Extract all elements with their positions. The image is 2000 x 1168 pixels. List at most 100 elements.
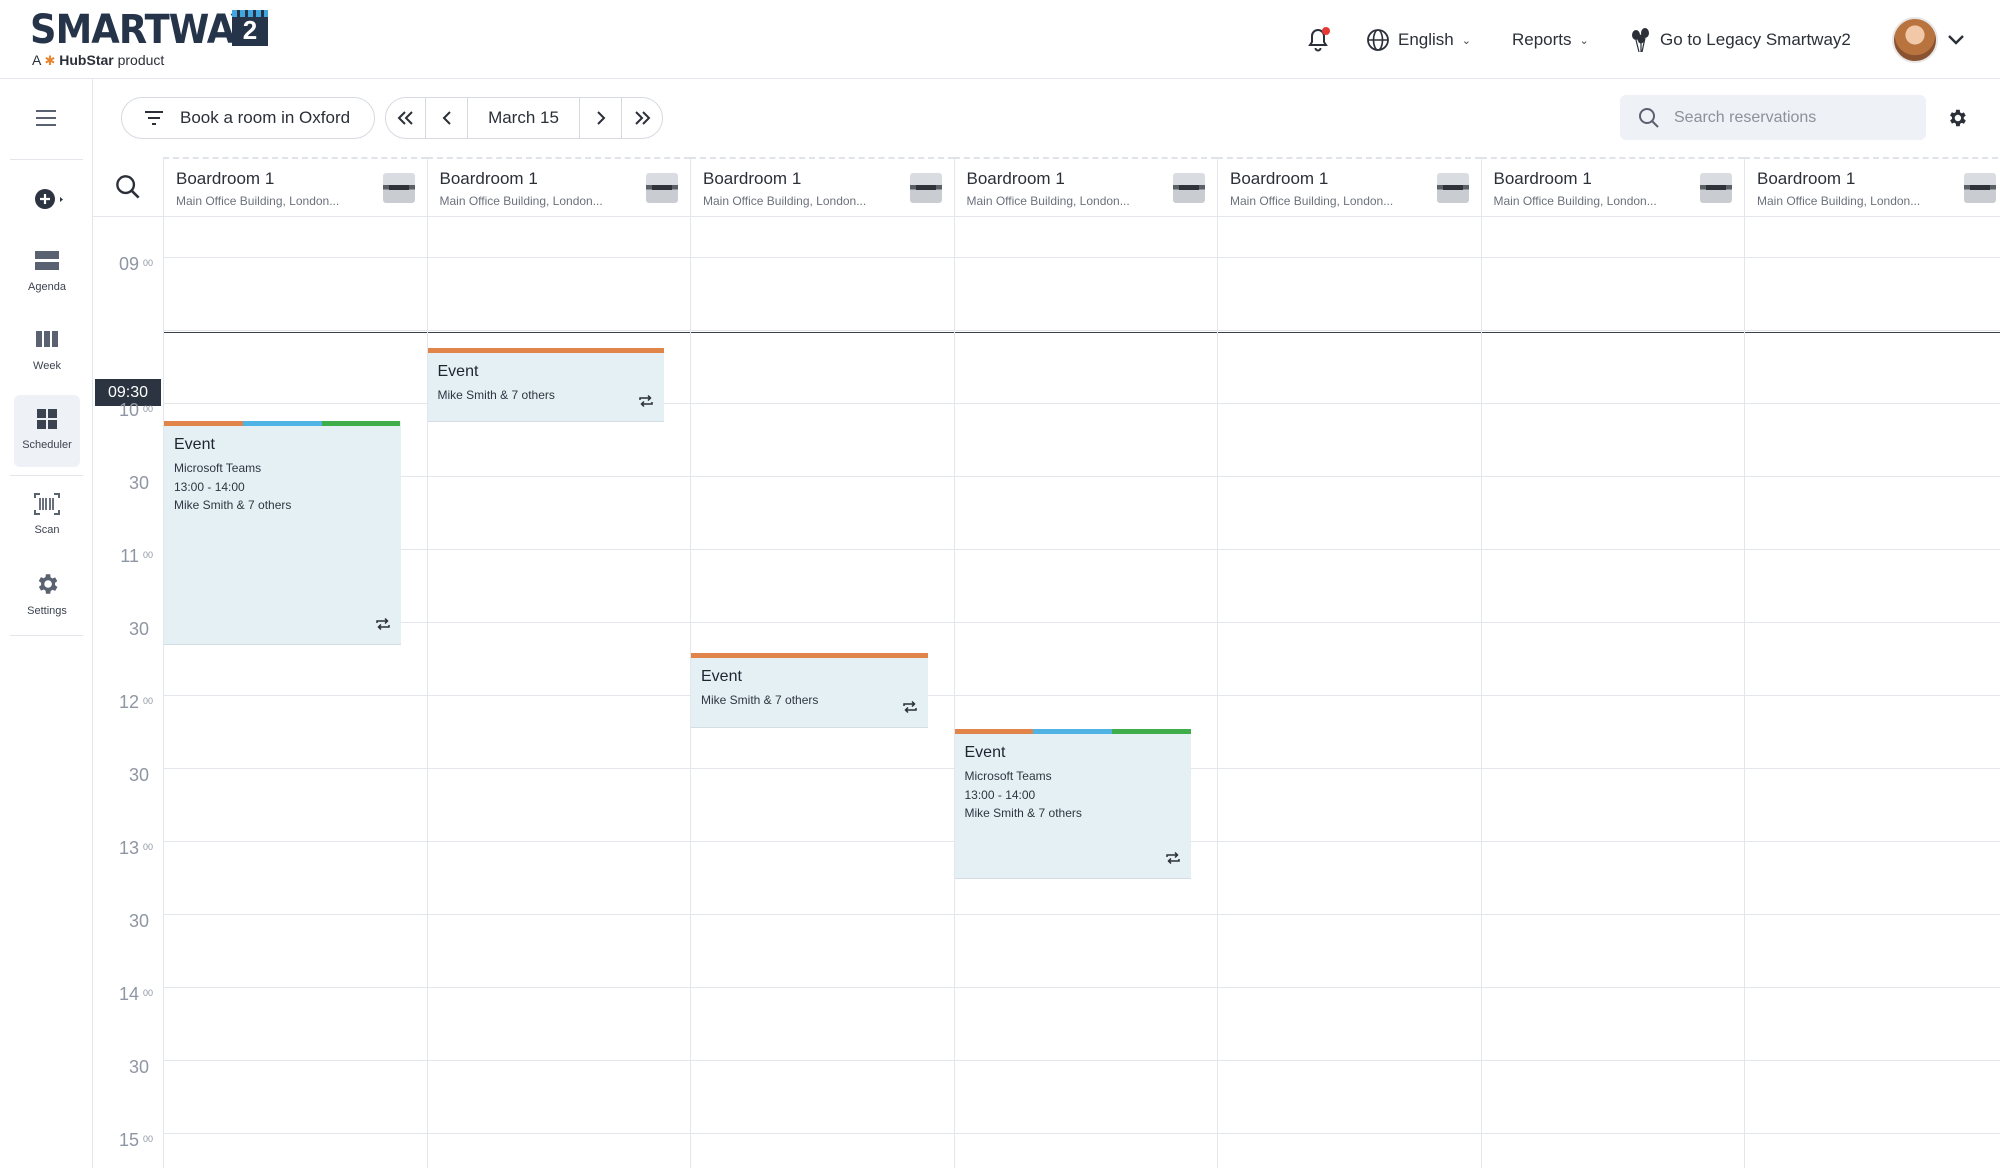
sidebar-item-settings[interactable]: Settings — [14, 559, 80, 631]
sidebar-item-label: Scheduler — [22, 439, 72, 451]
event-title: Event — [437, 363, 479, 380]
room-search-icon[interactable] — [93, 157, 163, 217]
event-block[interactable]: Event Mike Smith & 7 others — [427, 348, 664, 422]
room-photo-thumbnail — [1436, 173, 1469, 203]
search-reservations-field[interactable] — [1620, 95, 1926, 140]
week-icon — [36, 331, 58, 347]
time-label: 30 — [128, 765, 149, 785]
time-label: 09 00 — [118, 254, 153, 274]
event-title: Event — [964, 744, 1006, 761]
room-column[interactable] — [1217, 217, 1481, 1168]
room-photo-thumbnail — [646, 173, 678, 203]
reports-menu[interactable]: Reports ⌄ — [1512, 22, 1589, 58]
chevron-left-icon — [442, 111, 451, 125]
sidebar-item-scheduler[interactable]: Scheduler — [14, 395, 80, 467]
event-detail: Microsoft Teams — [964, 769, 1052, 783]
globe-icon — [1367, 29, 1389, 51]
room-photo-thumbnail — [1173, 173, 1205, 203]
room-photo-thumbnail — [909, 173, 942, 203]
user-menu-chevron-icon[interactable] — [1942, 26, 1970, 54]
room-header[interactable]: Boardroom 1 Main Office Building, London.… — [426, 157, 690, 217]
smartway-logo[interactable]: SMARTWAY 2 A ✱ HubStar product — [30, 7, 276, 68]
search-input[interactable] — [1674, 108, 1904, 127]
date-navigator: March 15 — [385, 97, 663, 139]
next-day-button[interactable] — [580, 98, 622, 138]
room-header[interactable]: Boardroom 1 Main Office Building, London.… — [1480, 157, 1744, 217]
event-detail: Mike Smith & 7 others — [964, 806, 1082, 820]
event-detail: Mike Smith & 7 others — [437, 388, 555, 402]
hamburger-menu-icon[interactable] — [34, 109, 58, 132]
logo-wordmark: SMARTWAY — [30, 7, 257, 53]
sidebar-item-label: Scan — [34, 524, 60, 536]
room-photo-thumbnail — [1700, 173, 1732, 203]
sidebar-divider — [10, 475, 83, 476]
hubstar-star-icon: ✱ — [44, 53, 56, 68]
room-header[interactable]: Boardroom 1 Main Office Building, London.… — [163, 157, 427, 217]
previous-day-button[interactable] — [426, 98, 468, 138]
scheduler-toolbar: Book a room in Oxford March 15 — [93, 79, 2000, 157]
legacy-link-label: Go to Legacy Smartway2 — [1660, 30, 1851, 49]
top-bar: SMARTWAY 2 A ✱ HubStar product English ⌄… — [0, 0, 2000, 79]
settings-gear-icon[interactable] — [1946, 107, 1968, 134]
recurring-icon — [375, 617, 391, 636]
notifications-bell-icon[interactable] — [1300, 22, 1336, 58]
time-label: 13 00 — [118, 838, 153, 858]
sidebar-divider — [10, 635, 83, 636]
room-photo-thumbnail — [1963, 173, 1996, 203]
sidebar-item-scan[interactable]: Scan — [14, 480, 80, 552]
barcode-icon — [34, 493, 60, 515]
event-detail: Mike Smith & 7 others — [701, 693, 819, 707]
sidebar-item-label: Week — [33, 360, 61, 372]
room-column[interactable] — [953, 217, 1218, 1168]
language-selector[interactable]: English ⌄ — [1366, 22, 1471, 58]
event-category-bar — [954, 729, 1192, 734]
sidebar-divider — [10, 159, 83, 160]
room-header[interactable]: Boardroom 1 Main Office Building, London.… — [953, 157, 1217, 217]
sidebar-item-agenda[interactable]: Agenda — [14, 237, 80, 309]
event-detail: Microsoft Teams — [174, 461, 262, 475]
recurring-icon — [638, 394, 654, 413]
event-category-bar — [427, 348, 664, 353]
current-date-label[interactable]: March 15 — [468, 98, 580, 138]
chevron-right-icon — [596, 111, 605, 125]
room-column[interactable] — [1744, 217, 2000, 1168]
book-room-button[interactable]: Book a room in Oxford — [121, 97, 375, 139]
language-label: English — [1398, 30, 1454, 49]
room-column[interactable] — [1480, 217, 1745, 1168]
event-detail: 13:00 - 14:00 — [174, 479, 245, 494]
event-block[interactable]: Event Microsoft Teams 13:00 - 14:00 Mike Sm… — [954, 729, 1192, 879]
event-title: Event — [174, 436, 215, 453]
double-chevron-left-icon — [397, 111, 413, 125]
notification-dot — [1322, 27, 1330, 35]
recurring-icon — [902, 700, 918, 719]
event-category-bar — [164, 421, 401, 426]
jump-back-button[interactable] — [386, 98, 426, 138]
jump-forward-button[interactable] — [622, 98, 662, 138]
scheduler-grid: 09:30 09 00 10 00 30 11 00 30 12 00 30 13 00 30 14 00 30… — [93, 157, 2000, 1168]
reports-label: Reports — [1512, 30, 1572, 49]
double-chevron-right-icon — [635, 111, 651, 125]
time-label: 30 — [128, 911, 149, 931]
event-title: Event — [701, 668, 742, 685]
legacy-link[interactable]: Go to Legacy Smartway2 — [1628, 22, 1851, 58]
time-label: 14 00 — [118, 984, 153, 1004]
gear-icon — [38, 574, 58, 594]
event-detail: Mike Smith & 7 others — [174, 498, 292, 512]
left-sidebar: Agenda Week Scheduler Scan Settings — [0, 79, 93, 1168]
room-column[interactable] — [163, 217, 427, 1168]
event-block[interactable]: Event Microsoft Teams 13:00 - 14:00 Mike Sm… — [164, 421, 401, 645]
logo-badge: 2 — [232, 10, 268, 46]
time-label: 30 — [128, 473, 149, 493]
room-header[interactable]: Boardroom 1 Main Office Building, London.… — [1217, 157, 1481, 217]
room-header[interactable]: Boardroom 1 Main Office Building, London.… — [1744, 157, 2000, 217]
sidebar-item-label: Agenda — [28, 281, 66, 293]
event-block[interactable]: Event Mike Smith & 7 others — [691, 653, 928, 728]
time-label: 10 00 — [118, 400, 153, 420]
room-header[interactable]: Boardroom 1 Main Office Building, London.… — [690, 157, 954, 217]
chevron-down-icon: ⌄ — [1579, 34, 1589, 47]
balloons-icon — [1632, 28, 1649, 53]
sidebar-item-week[interactable]: Week — [14, 316, 80, 388]
add-booking-button[interactable] — [34, 187, 66, 216]
time-label: 30 — [128, 1057, 149, 1077]
user-avatar[interactable] — [1892, 17, 1938, 63]
